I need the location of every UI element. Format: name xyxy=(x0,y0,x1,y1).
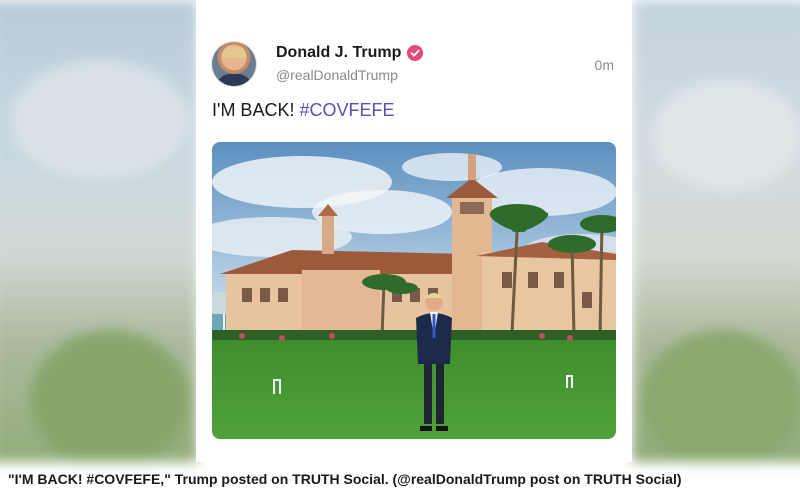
post-photo[interactable] xyxy=(212,142,616,439)
hashtag-link[interactable]: #COVFEFE xyxy=(299,100,394,120)
author-row: Donald J. Trump xyxy=(276,44,424,62)
avatar[interactable] xyxy=(212,42,256,86)
mansion-lawn-photo-image xyxy=(212,142,616,439)
author-handle[interactable]: @realDonaldTrump xyxy=(276,67,398,83)
truth-social-post-card: Donald J. Trump @realDonaldTrump 0m I'M … xyxy=(196,0,632,462)
blurred-background-left xyxy=(0,0,198,462)
blurred-background-right xyxy=(632,0,800,462)
author-name[interactable]: Donald J. Trump xyxy=(276,44,401,62)
image-caption: "I'M BACK! #COVFEFE," Trump posted on TR… xyxy=(8,471,682,487)
post-text: I'M BACK! #COVFEFE xyxy=(212,100,395,121)
post-text-main: I'M BACK! xyxy=(212,100,295,120)
verified-badge-icon xyxy=(407,45,424,61)
post-timestamp[interactable]: 0m xyxy=(595,57,614,73)
